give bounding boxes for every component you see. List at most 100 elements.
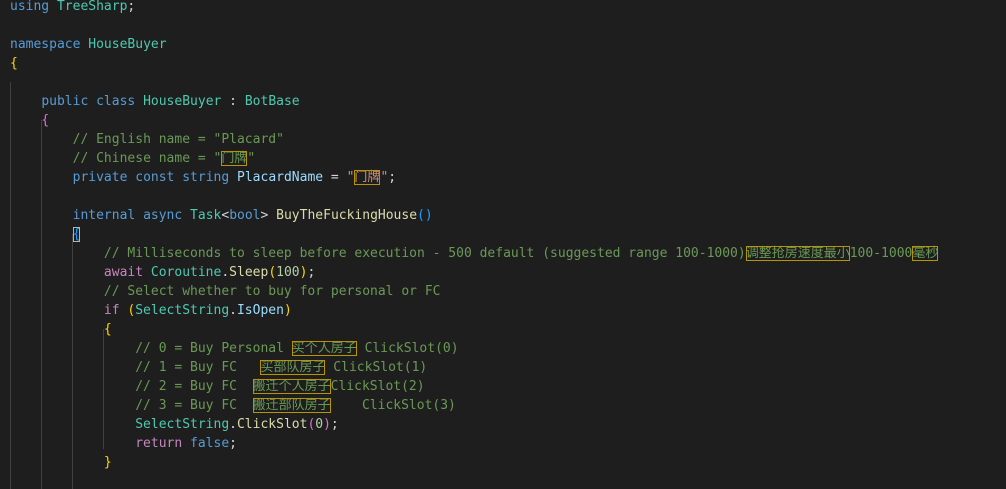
code-token: { — [103, 322, 112, 337]
code-line[interactable]: private const string PlacardName = "门牌"; — [10, 168, 396, 187]
code-token: class — [96, 94, 136, 109]
code-line[interactable]: { — [10, 54, 18, 73]
code-line[interactable]: { — [10, 111, 49, 130]
code-line[interactable]: await Coroutine.Sleep(100); — [10, 263, 315, 282]
code-token: IsOpen — [236, 303, 284, 318]
code-token: () — [417, 208, 433, 223]
code-token: // English name = "Placard" — [72, 132, 284, 147]
code-line[interactable]: internal async Task<bool> BuyTheFuckingH… — [10, 206, 433, 225]
code-line[interactable]: } — [10, 453, 112, 472]
code-line[interactable]: namespace HouseBuyer — [10, 35, 167, 54]
code-token: ClickSlot — [236, 417, 308, 432]
code-line[interactable]: return false; — [10, 434, 237, 453]
code-token: if — [103, 303, 120, 318]
code-token: return — [135, 436, 183, 451]
code-token: } — [103, 455, 112, 470]
code-token: 搬迁个人房子 — [252, 379, 331, 394]
code-token: " — [247, 151, 256, 166]
code-line[interactable]: // Select whether to buy for personal or… — [10, 282, 441, 301]
code-line[interactable]: // 3 = Buy FC 搬迁部队房子 ClickSlot(3) — [10, 396, 456, 415]
code-token: < — [221, 208, 230, 223]
code-token: ClickSlot(0) — [356, 341, 459, 356]
code-token: // 3 = Buy FC — [135, 398, 253, 413]
code-token: ClickSlot(1) — [325, 360, 428, 375]
code-line[interactable]: // English name = "Placard" — [10, 130, 284, 149]
code-token: BuyTheFuckingHouse — [276, 208, 418, 223]
code-token: . — [221, 265, 230, 280]
code-token: HouseBuyer — [143, 94, 222, 109]
code-token: SelectString — [135, 303, 230, 318]
code-token: HouseBuyer — [88, 37, 167, 52]
code-line[interactable]: SelectString.ClickSlot(0); — [10, 415, 339, 434]
code-token: = — [323, 170, 347, 185]
code-token: ; — [127, 0, 136, 14]
code-token: 100 — [276, 265, 300, 280]
code-token: 搬迁部队房子 — [252, 398, 331, 413]
code-token: string — [182, 170, 230, 185]
code-line[interactable]: { — [10, 320, 112, 339]
code-line[interactable]: // Milliseconds to sleep before executio… — [10, 244, 939, 263]
code-token: . — [229, 417, 237, 432]
code-token: ( — [268, 265, 277, 280]
code-line[interactable]: { — [10, 225, 81, 244]
code-token: : — [221, 94, 245, 109]
code-token: . — [229, 303, 237, 318]
code-token: public — [41, 94, 89, 109]
code-token: PlacardName — [237, 170, 324, 185]
code-line[interactable]: // 2 = Buy FC 搬迁个人房子ClickSlot(2) — [10, 377, 425, 396]
code-token: SelectString — [135, 417, 230, 432]
code-line[interactable]: // 0 = Buy Personal 买个人房子 ClickSlot(0) — [10, 339, 459, 358]
code-token: // 1 = Buy FC — [135, 360, 261, 375]
code-token: TreeSharp — [56, 0, 128, 14]
code-line[interactable]: // 1 = Buy FC 买部队房子 ClickSlot(1) — [10, 358, 427, 377]
code-token: // Milliseconds to sleep before executio… — [103, 246, 746, 261]
code-token: ; — [229, 436, 237, 451]
code-token: 门牌 — [221, 151, 248, 166]
code-token: internal — [72, 208, 136, 223]
code-editor[interactable]: using TreeSharp; namespace HouseBuyer { pu… — [0, 0, 1006, 489]
code-token: ; — [330, 417, 339, 432]
code-token: bool — [229, 208, 261, 223]
code-line[interactable]: // Chinese name = "门牌" — [10, 149, 255, 168]
code-token: 调整抢房速度最小 — [745, 246, 850, 261]
code-token: BotBase — [244, 94, 300, 109]
code-token: ClickSlot(2) — [330, 379, 425, 394]
code-token: Coroutine — [150, 265, 222, 280]
code-token: async — [143, 208, 183, 223]
code-token: // Chinese name = " — [72, 151, 222, 166]
code-line[interactable]: if (SelectString.IsOpen) — [10, 301, 292, 320]
code-line[interactable]: public class HouseBuyer : BotBase — [10, 92, 300, 111]
code-token: 门牌 — [354, 170, 381, 185]
code-token: ; — [388, 170, 397, 185]
code-token: ) — [283, 303, 292, 318]
code-token: ClickSlot(3) — [330, 398, 456, 413]
code-token: const — [135, 170, 175, 185]
code-token: // 2 = Buy FC — [135, 379, 253, 394]
code-token: 0 — [315, 417, 324, 432]
code-token: { — [72, 227, 81, 242]
code-token: Task — [190, 208, 222, 223]
code-line[interactable]: using TreeSharp; — [10, 0, 135, 16]
